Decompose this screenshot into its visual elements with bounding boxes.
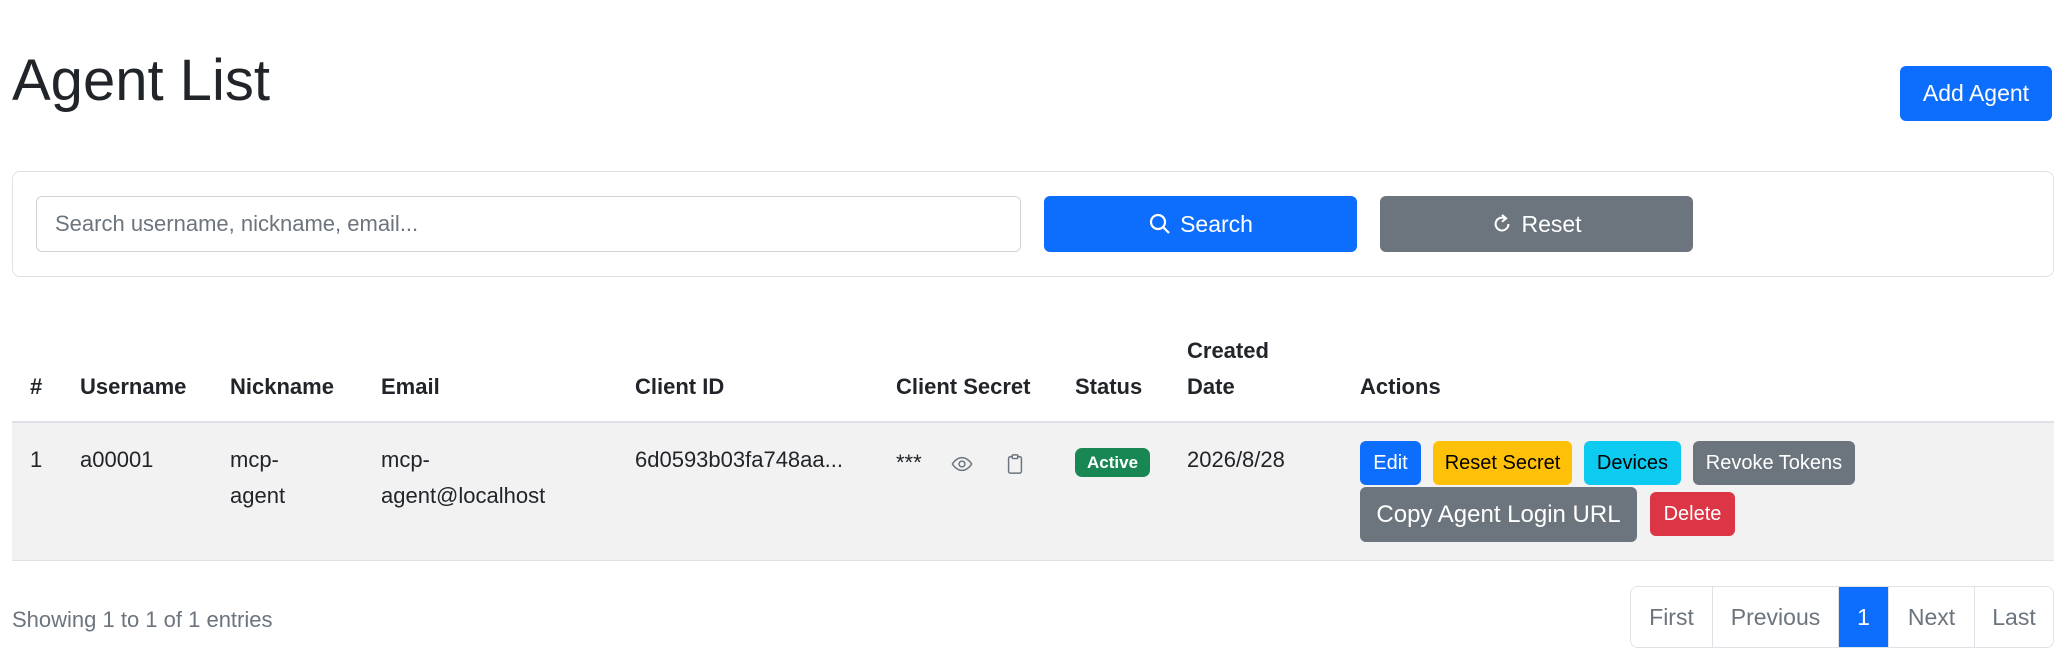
- cell-index: 1: [30, 447, 43, 472]
- cell-nickname-line2: agent: [230, 483, 286, 508]
- cell-client-secret-masked: ***: [896, 450, 922, 475]
- header-status: Status: [1075, 374, 1143, 399]
- edit-button[interactable]: Edit: [1360, 441, 1421, 485]
- revoke-tokens-button[interactable]: Revoke Tokens: [1693, 441, 1855, 485]
- header-client-secret: Client Secret: [896, 374, 1031, 399]
- entries-info: Showing 1 to 1 of 1 entries: [12, 607, 273, 632]
- reset-secret-button[interactable]: Reset Secret: [1433, 441, 1572, 485]
- add-agent-button[interactable]: Add Agent: [1900, 66, 2052, 121]
- refresh-icon: [1495, 214, 1510, 232]
- header-actions: Actions: [1360, 374, 1441, 399]
- search-input[interactable]: [36, 196, 1021, 252]
- cell-username: a00001: [80, 447, 154, 472]
- cell-email-line2: agent@localhost: [381, 483, 546, 508]
- header-username: Username: [80, 374, 187, 399]
- cell-nickname-line1: mcp-: [230, 447, 279, 472]
- page-previous[interactable]: Previous: [1713, 587, 1839, 647]
- header-created-date-line1: Created: [1187, 338, 1269, 363]
- header-nickname: Nickname: [230, 374, 334, 399]
- cell-email-line1: mcp-: [381, 447, 430, 472]
- header-created-date-line2: Date: [1187, 374, 1235, 399]
- delete-button[interactable]: Delete: [1650, 492, 1735, 536]
- cell-client-id: 6d0593b03fa748aa...: [635, 447, 843, 472]
- devices-button[interactable]: Devices: [1584, 441, 1681, 485]
- page-first[interactable]: First: [1631, 587, 1713, 647]
- status-badge: Active: [1075, 448, 1151, 477]
- eye-icon[interactable]: [947, 449, 977, 479]
- reset-button-label: Reset: [1521, 210, 1582, 237]
- page-title: Agent List: [12, 48, 270, 113]
- search-icon: [1149, 213, 1170, 234]
- pagination: First Previous 1 Next Last: [1630, 586, 2054, 648]
- page-last[interactable]: Last: [1975, 587, 2053, 647]
- page-next[interactable]: Next: [1889, 587, 1975, 647]
- copy-agent-login-url-button[interactable]: Copy Agent Login URL: [1360, 487, 1637, 542]
- header-index: #: [30, 374, 43, 399]
- header-client-id: Client ID: [635, 374, 725, 399]
- reset-button[interactable]: Reset: [1380, 196, 1693, 252]
- search-button[interactable]: Search: [1044, 196, 1357, 252]
- page-1[interactable]: 1: [1839, 587, 1889, 647]
- cell-created-date: 2026/8/28: [1187, 447, 1285, 472]
- header-email: Email: [381, 374, 440, 399]
- search-button-label: Search: [1180, 210, 1253, 237]
- clipboard-icon[interactable]: [1000, 449, 1030, 479]
